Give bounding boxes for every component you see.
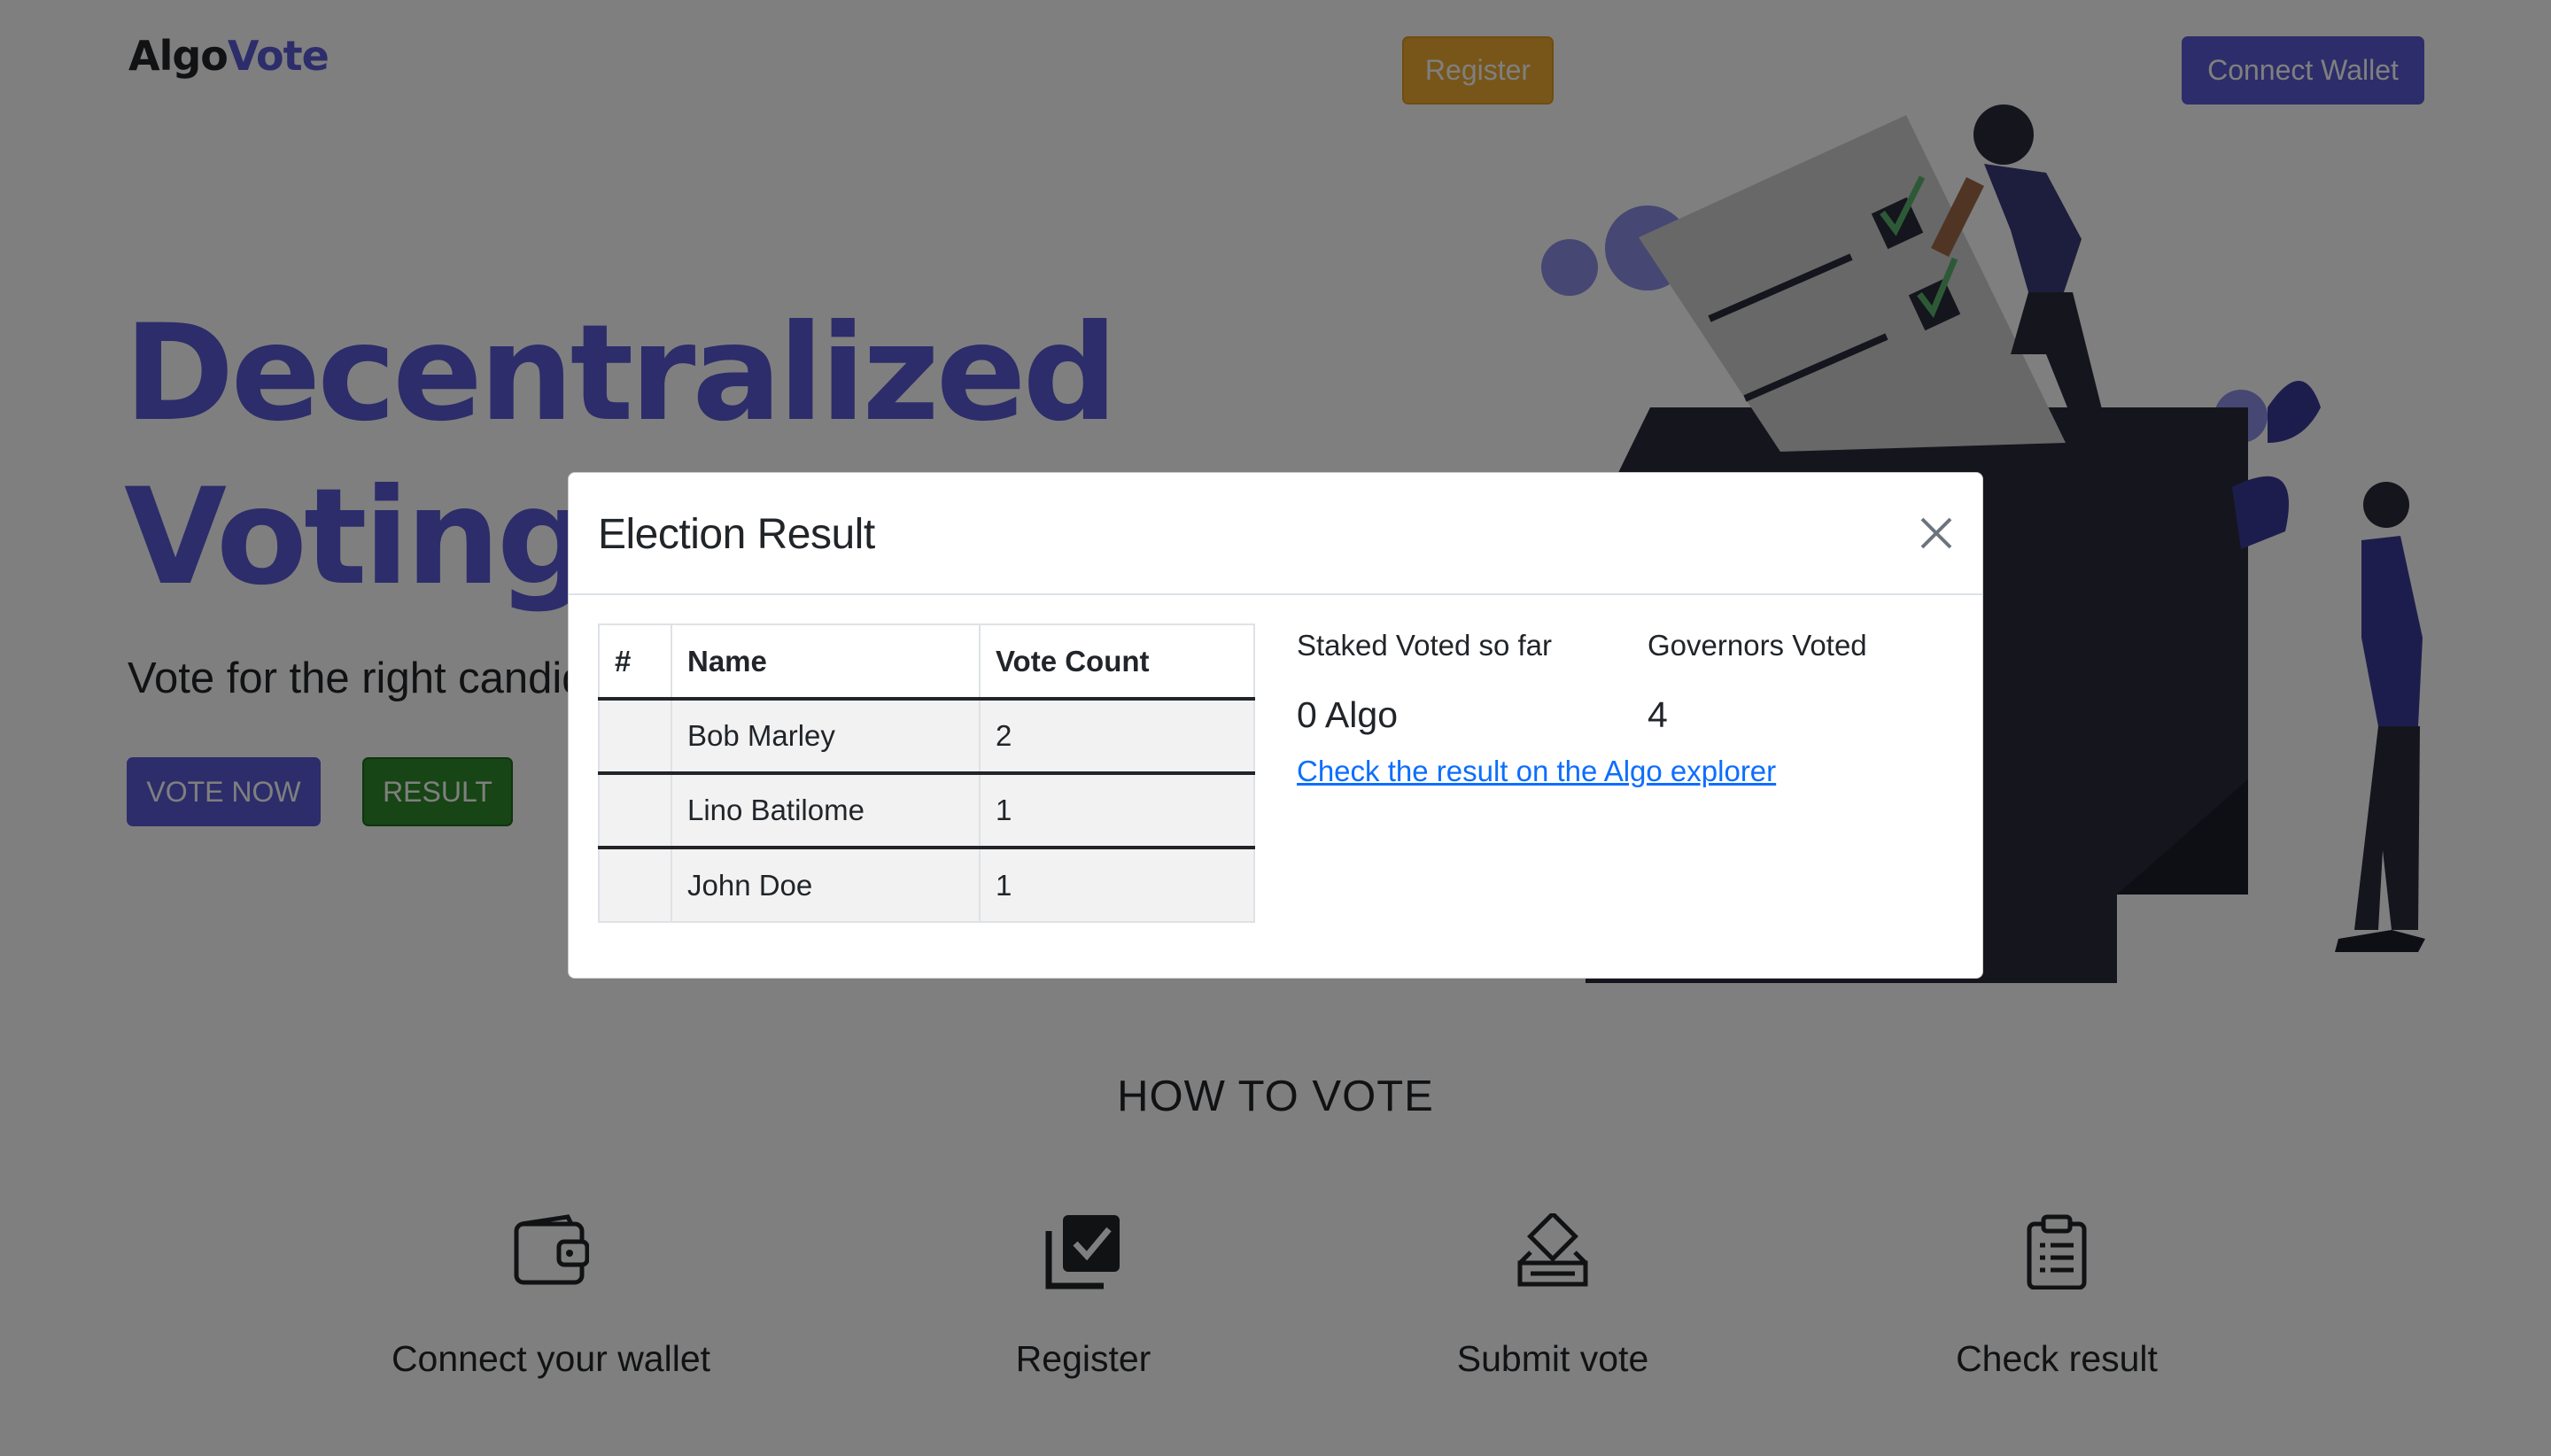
vote-count: 2 [979,698,1255,775]
row-index [598,847,672,923]
staked-voted-label: Staked Voted so far [1297,629,1553,662]
candidate-name: Lino Batilome [671,772,981,849]
modal-title: Election Result [598,511,875,558]
column-header-index: # [598,623,672,701]
close-button[interactable] [1910,507,1963,560]
election-result-modal: Election Result # Name Vote Count Bob Ma… [568,472,1983,979]
column-header-vote-count: Vote Count [979,623,1255,701]
algo-explorer-link[interactable]: Check the result on the Algo explorer [1297,755,1776,788]
governors-voted-value: 4 [1648,694,1668,735]
row-index [598,772,672,849]
table-header-row: # Name Vote Count [598,623,1255,701]
modal-header: Election Result [569,473,1982,595]
table-row: Bob Marley 2 [598,698,1255,775]
close-icon [1920,517,1952,549]
vote-count: 1 [979,847,1255,923]
row-index [598,698,672,775]
column-header-name: Name [671,623,981,701]
vote-count: 1 [979,772,1255,849]
governors-voted-label: Governors Voted [1648,629,1867,662]
staked-voted-value: 0 Algo [1297,694,1398,735]
table-row: Lino Batilome 1 [598,772,1255,849]
candidate-name: John Doe [671,847,981,923]
candidate-name: Bob Marley [671,698,981,775]
results-table: # Name Vote Count Bob Marley 2 Lino Bati… [598,623,1255,923]
table-row: John Doe 1 [598,847,1255,923]
